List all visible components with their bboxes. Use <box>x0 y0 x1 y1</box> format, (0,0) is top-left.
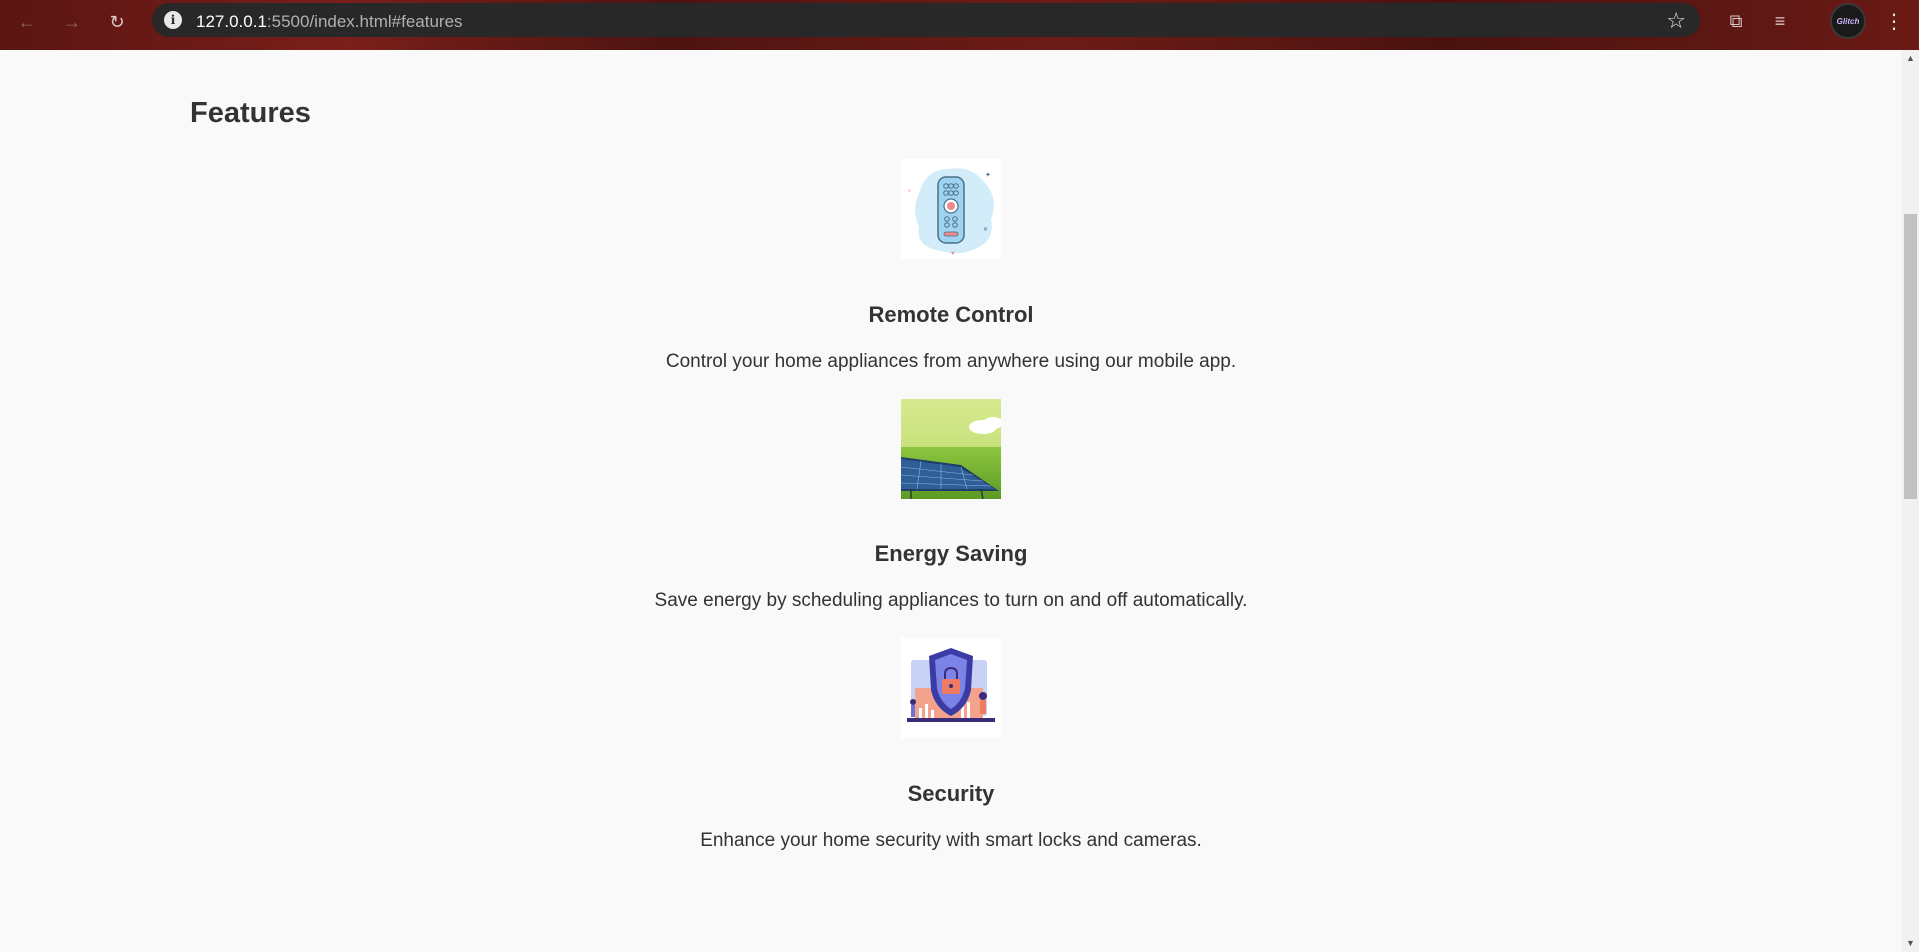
reload-icon[interactable]: ↻ <box>102 7 132 37</box>
feature-remote-control: ✦ ✧ ✕ ♥ Remote Control Control your home… <box>0 159 1902 372</box>
svg-text:♥: ♥ <box>951 251 955 257</box>
remote-control-image: ✦ ✧ ✕ ♥ <box>901 159 1001 259</box>
svg-text:✧: ✧ <box>907 188 912 195</box>
scroll-down-arrow-icon[interactable]: ▼ <box>1902 935 1919 952</box>
scrollbar-thumb[interactable] <box>1904 214 1917 499</box>
security-shield-image <box>901 638 1001 738</box>
profile-avatar[interactable]: Glitch <box>1830 3 1866 39</box>
back-icon[interactable]: ← <box>12 7 42 37</box>
address-bar[interactable]: i 127.0.0.1:5500/index.html#features ☆ <box>152 3 1700 37</box>
extensions-icon[interactable]: ⧉ <box>1722 7 1750 35</box>
site-info-icon[interactable]: i <box>164 11 182 29</box>
feature-desc-remote-control: Control your home appliances from anywhe… <box>665 351 1237 372</box>
page-viewport: Features ✦ ✧ ✕ ♥ Remote Control Control <box>0 50 1902 952</box>
scroll-up-arrow-icon[interactable]: ▲ <box>1902 50 1919 67</box>
url-path: :5500/index.html#features <box>266 12 463 31</box>
feature-energy-saving: Energy Saving Save energy by scheduling … <box>0 399 1902 611</box>
media-controls-icon[interactable]: ≡ <box>1766 7 1794 35</box>
feature-desc-security: Enhance your home security with smart lo… <box>700 830 1202 851</box>
browser-toolbar: ← → ↻ i 127.0.0.1:5500/index.html#featur… <box>0 0 1919 50</box>
forward-icon[interactable]: → <box>57 7 87 37</box>
features-heading: Features <box>190 97 311 129</box>
feature-security: Security Enhance your home security with… <box>0 638 1902 851</box>
url-text[interactable]: 127.0.0.1:5500/index.html#features <box>196 12 463 32</box>
feature-title-security: Security <box>907 781 995 806</box>
browser-menu-icon[interactable]: ⋮ <box>1884 8 1904 36</box>
bookmark-star-icon[interactable]: ☆ <box>1666 8 1686 34</box>
feature-title-remote-control: Remote Control <box>868 302 1034 327</box>
svg-text:✦: ✦ <box>985 171 991 179</box>
profile-label: Glitch <box>1836 16 1860 26</box>
feature-title-energy-saving: Energy Saving <box>874 541 1028 566</box>
svg-text:✕: ✕ <box>983 227 988 233</box>
vertical-scrollbar[interactable]: ▲ ▼ <box>1902 50 1919 952</box>
url-host: 127.0.0.1 <box>196 12 267 31</box>
solar-panel-image <box>901 399 1001 499</box>
feature-desc-energy-saving: Save energy by scheduling appliances to … <box>654 590 1248 611</box>
